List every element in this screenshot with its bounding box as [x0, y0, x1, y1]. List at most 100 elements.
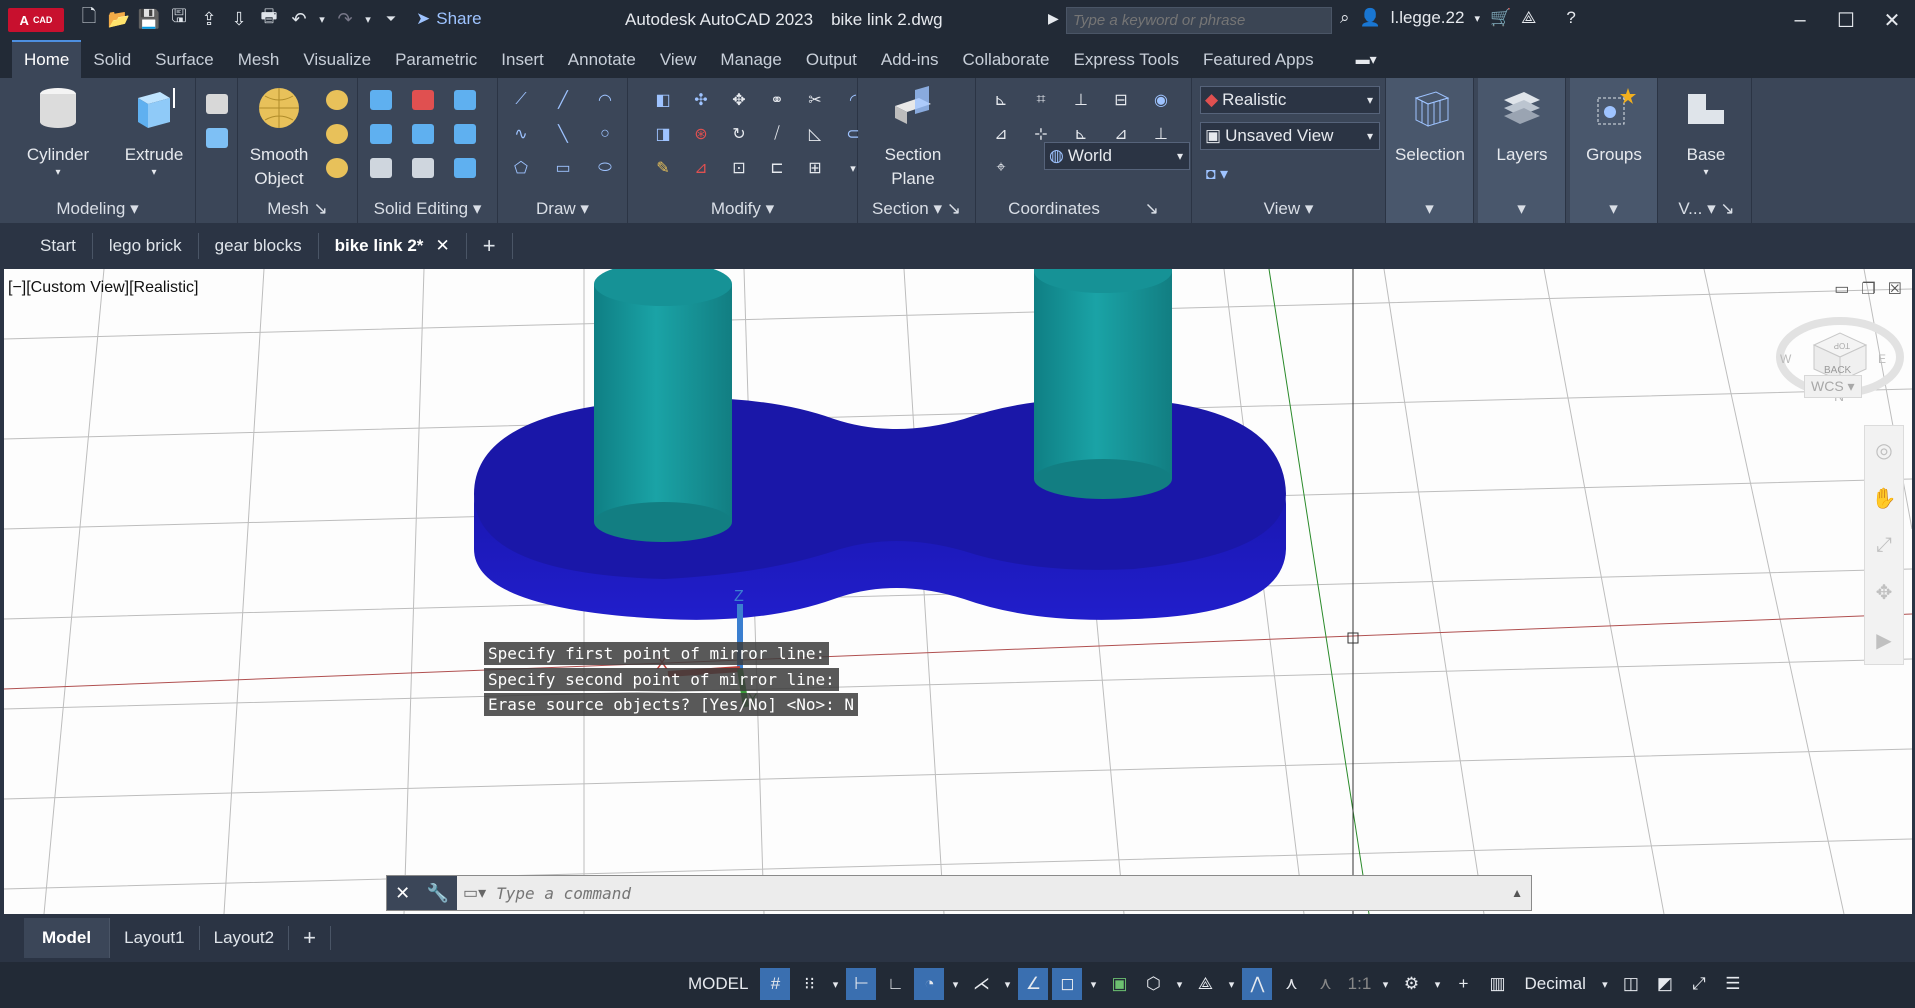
steering-wheel-icon[interactable]: ◎ [1875, 438, 1892, 463]
annotation-scale-value[interactable]: 1:1 [1344, 968, 1374, 1000]
graphics-performance-icon[interactable]: ◩ [1650, 968, 1680, 1000]
erase-icon[interactable]: ✎ [646, 152, 680, 184]
polyline-icon[interactable]: ⟋ [504, 84, 538, 116]
tab-add-ins[interactable]: Add-ins [869, 42, 951, 78]
tab-view[interactable]: View [648, 42, 709, 78]
showmotion-icon[interactable]: ▶ [1876, 628, 1891, 653]
polygon-icon[interactable]: ⬠ [504, 152, 538, 184]
tab-home[interactable]: Home [12, 40, 82, 78]
user-name[interactable]: l.legge.22 [1391, 8, 1465, 28]
ucs-combo[interactable]: ◍ World ▾ [1044, 142, 1190, 170]
units-dropdown-icon[interactable]: ▾ [1598, 968, 1612, 1000]
close-command-line-icon[interactable]: ✕ [395, 883, 410, 904]
open-web-icon[interactable]: ⇪ [196, 6, 222, 32]
doc-tab-bike-link-2[interactable]: bike link 2* ✕ [319, 233, 467, 259]
search-input[interactable] [1066, 7, 1332, 34]
minimize-icon[interactable]: – [1777, 0, 1823, 40]
layout-tab-model[interactable]: Model [24, 918, 111, 958]
annotation-scale-icon[interactable]: ⋏ [1310, 968, 1340, 1000]
mirror-3d-icon[interactable]: ◧ [646, 84, 680, 116]
tab-output[interactable]: Output [794, 42, 869, 78]
3d-snap-dropdown-icon[interactable]: ▾ [1172, 968, 1186, 1000]
saved-view-combo[interactable]: ▣ Unsaved View ▾ [1200, 122, 1380, 150]
thicken-icon[interactable] [406, 152, 440, 184]
help-icon[interactable]: ? [1566, 8, 1575, 28]
customize-qat-icon[interactable]: ⏷ [378, 6, 404, 32]
grid-display-icon[interactable]: # [760, 968, 791, 1000]
doc-tab-lego-brick[interactable]: lego brick [93, 233, 199, 259]
groups-button[interactable]: Groups [1572, 84, 1656, 167]
panel-label-modify[interactable]: Modify ▾ [628, 199, 857, 219]
save-as-icon[interactable]: 🖫 [166, 6, 192, 32]
customize-wrench-icon[interactable]: 🔧 [426, 883, 448, 904]
redo-dropdown-icon[interactable]: ▾ [362, 6, 374, 32]
arc-icon[interactable]: ◠ [588, 84, 622, 116]
ucs-view-icon[interactable]: ⊟ [1104, 84, 1138, 116]
tab-collaborate[interactable]: Collaborate [951, 42, 1062, 78]
interfere-icon[interactable] [364, 152, 398, 184]
shell-icon[interactable] [448, 84, 482, 116]
panel-label-view[interactable]: View ▾ [1192, 199, 1385, 219]
command-input[interactable] [496, 883, 1397, 903]
tab-insert[interactable]: Insert [489, 42, 556, 78]
panel-label-v[interactable]: V... ▾ ↘ [1662, 199, 1751, 219]
save-icon[interactable]: 💾 [136, 6, 162, 32]
object-snap-icon[interactable]: ◻ [1052, 968, 1083, 1000]
mesh-smooth-less-icon[interactable] [320, 118, 354, 150]
array-icon[interactable]: ⊞ [798, 152, 832, 184]
isodraft-icon[interactable]: ⋌ [966, 968, 996, 1000]
isodraft-dropdown-icon[interactable]: ▾ [1000, 968, 1014, 1000]
close-tab-icon[interactable]: ✕ [435, 236, 449, 255]
groups-dropdown-icon[interactable]: ▾ [1570, 199, 1657, 219]
base-view-button[interactable]: Base ▾ [1666, 84, 1746, 179]
tab-parametric[interactable]: Parametric [383, 42, 489, 78]
layers-dropdown-icon[interactable]: ▾ [1478, 199, 1565, 219]
model-space-button[interactable]: MODEL [680, 968, 756, 1000]
panel-label-modeling[interactable]: Modeling ▾ [0, 199, 195, 219]
cylinder-dropdown-icon[interactable]: ▾ [18, 167, 98, 179]
intersect-icon[interactable] [364, 118, 398, 150]
panel-label-section[interactable]: Section ▾ ↘ [858, 199, 975, 219]
open-folder-icon[interactable]: 📂 [106, 6, 132, 32]
imprint-icon[interactable] [448, 152, 482, 184]
autodesk-app-icon[interactable]: ⟁ [1521, 8, 1536, 28]
separate-icon[interactable] [448, 118, 482, 150]
wcs-menu[interactable]: WCS ▾ [1804, 375, 1862, 398]
presspull-tool-icon[interactable] [200, 122, 234, 154]
user-icon[interactable]: 👤 [1360, 8, 1381, 28]
visual-style-combo[interactable]: ◆ Realistic ▾ [1200, 86, 1380, 114]
base-dropdown-icon[interactable]: ▾ [1666, 167, 1746, 179]
snap-dropdown-icon[interactable]: ▾ [828, 968, 842, 1000]
rectangle-icon[interactable]: ▭ [546, 152, 580, 184]
new-file-icon[interactable]: 🗋 [76, 6, 102, 32]
annotation-visibility-icon[interactable]: ⋀ [1242, 968, 1273, 1000]
tab-annotate[interactable]: Annotate [556, 42, 648, 78]
drawing-viewport[interactable]: Z X Y TOP BACK E W N [−][Custom View][Re… [4, 269, 1912, 914]
snap-mode-icon[interactable]: ⁝⁝ [794, 968, 824, 1000]
selection-button[interactable]: Selection [1388, 84, 1472, 167]
doc-tab-gear-blocks[interactable]: gear blocks [199, 233, 319, 259]
mesh-smooth-more-icon[interactable] [320, 84, 354, 116]
dynamic-input-icon[interactable]: ⊢ [846, 968, 877, 1000]
add-layout-button[interactable]: + [289, 926, 331, 950]
panel-label-draw[interactable]: Draw ▾ [498, 199, 627, 219]
panel-label-coordinates[interactable]: Coordinates ↘ [976, 199, 1191, 219]
3d-scale-icon[interactable]: ⊿ [684, 152, 718, 184]
workspace-gear-icon[interactable]: ⚙ [1396, 968, 1426, 1000]
viewport-restore-icon[interactable]: ❐ [1861, 279, 1875, 299]
pan-icon[interactable]: ✋ [1872, 486, 1897, 511]
line-icon[interactable]: ╱ [546, 84, 580, 116]
auto-scale-icon[interactable]: ⋏ [1276, 968, 1306, 1000]
scale-icon[interactable]: ⊡ [722, 152, 756, 184]
transparency-icon[interactable]: ▣ [1104, 968, 1134, 1000]
quick-properties-icon[interactable]: ◫ [1616, 968, 1646, 1000]
circle-icon[interactable]: ○ [588, 118, 622, 150]
units-value[interactable]: Decimal [1516, 968, 1593, 1000]
layers-button[interactable]: Layers [1480, 84, 1564, 167]
chamfer-icon[interactable]: ◺ [798, 118, 832, 150]
tab-surface[interactable]: Surface [143, 42, 226, 78]
selection-dropdown-icon[interactable]: ▾ [1386, 199, 1473, 219]
annotation-monitor-icon[interactable]: + [1448, 968, 1478, 1000]
3d-rotate-icon[interactable]: ⊛ [684, 118, 718, 150]
polar-dropdown-icon[interactable]: ▾ [948, 968, 962, 1000]
